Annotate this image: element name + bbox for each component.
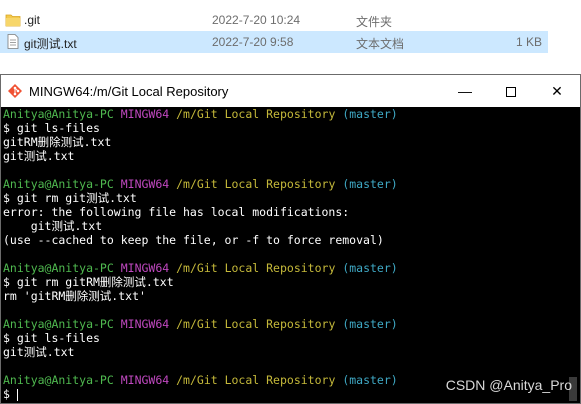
output-line: rm 'gitRM删除测试.txt': [3, 289, 146, 303]
window-title: MINGW64:/m/Git Local Repository: [29, 84, 229, 99]
prompt-path: /m/Git Local Repository: [176, 317, 336, 331]
file-name: .git: [24, 13, 41, 27]
prompt-line: Anitya@Anitya-PC MINGW64 /m/Git Local Re…: [3, 177, 566, 191]
output-line: git测试.txt: [3, 219, 103, 233]
prompt-branch: (master): [342, 261, 398, 275]
input-prompt: $: [3, 387, 17, 401]
file-size: 1 KB: [515, 35, 542, 49]
prompt-branch: (master): [342, 107, 398, 121]
prompt-branch: (master): [342, 177, 398, 191]
text-cursor: [16, 388, 18, 401]
output-line: git测试.txt: [3, 149, 75, 163]
file-name: git测试.txt: [24, 37, 77, 51]
file-type: 文本文档: [356, 37, 405, 51]
prompt-branch: (master): [342, 317, 398, 331]
prompt-path: /m/Git Local Repository: [176, 261, 336, 275]
output-line: gitRM删除测试.txt: [3, 135, 112, 149]
prompt-line: Anitya@Anitya-PC MINGW64 /m/Git Local Re…: [3, 107, 566, 121]
file-date: 2022-7-20 10:24: [212, 13, 301, 27]
watermark-text: CSDN @Anitya_Pro: [445, 377, 572, 393]
prompt-system: MINGW64: [120, 177, 170, 191]
maximize-button[interactable]: [488, 75, 534, 107]
prompt-system: MINGW64: [120, 373, 170, 387]
prompt-path: /m/Git Local Repository: [176, 373, 336, 387]
close-button[interactable]: ✕: [534, 75, 580, 107]
file-type: 文件夹: [356, 15, 393, 29]
maximize-icon: [506, 87, 516, 98]
prompt-branch: (master): [342, 373, 398, 387]
git-app-icon: [8, 84, 22, 98]
output-line: $ git ls-files: [3, 331, 100, 345]
prompt-user: Anitya@Anitya-PC: [3, 177, 114, 191]
prompt-user: Anitya@Anitya-PC: [3, 261, 114, 275]
prompt-system: MINGW64: [120, 107, 170, 121]
mingw64-terminal-window[interactable]: MINGW64:/m/Git Local Repository — ✕ Anit…: [0, 74, 581, 404]
minimize-button[interactable]: —: [442, 75, 488, 107]
file-row-git-folder[interactable]: .git 2022-7-20 10:24 文件夹: [0, 9, 548, 31]
prompt-user: Anitya@Anitya-PC: [3, 373, 114, 387]
prompt-system: MINGW64: [120, 317, 170, 331]
terminal-scrollbar[interactable]: [566, 107, 580, 403]
output-line: $ git rm gitRM删除测试.txt: [3, 275, 174, 289]
prompt-path: /m/Git Local Repository: [176, 107, 336, 121]
output-line: git测试.txt: [3, 345, 75, 359]
text-file-icon: [7, 34, 19, 49]
file-explorer-list: .git 2022-7-20 10:24 文件夹 git测试.txt 2022-…: [0, 0, 581, 74]
prompt-user: Anitya@Anitya-PC: [3, 317, 114, 331]
prompt-system: MINGW64: [120, 261, 170, 275]
output-line: error: the following file has local modi…: [3, 205, 350, 219]
window-titlebar[interactable]: MINGW64:/m/Git Local Repository — ✕: [1, 75, 580, 107]
prompt-line: Anitya@Anitya-PC MINGW64 /m/Git Local Re…: [3, 261, 566, 275]
prompt-path: /m/Git Local Repository: [176, 177, 336, 191]
output-line: (use --cached to keep the file, or -f to…: [3, 233, 384, 247]
folder-icon: [5, 14, 21, 27]
output-line: $ git ls-files: [3, 121, 100, 135]
output-line: $ git rm git测试.txt: [3, 191, 137, 205]
file-row-git-test-txt[interactable]: git测试.txt 2022-7-20 9:58 文本文档 1 KB: [0, 31, 548, 53]
file-date: 2022-7-20 9:58: [212, 35, 294, 49]
prompt-line: Anitya@Anitya-PC MINGW64 /m/Git Local Re…: [3, 317, 566, 331]
prompt-user: Anitya@Anitya-PC: [3, 107, 114, 121]
terminal-output[interactable]: Anitya@Anitya-PC MINGW64 /m/Git Local Re…: [1, 107, 566, 403]
